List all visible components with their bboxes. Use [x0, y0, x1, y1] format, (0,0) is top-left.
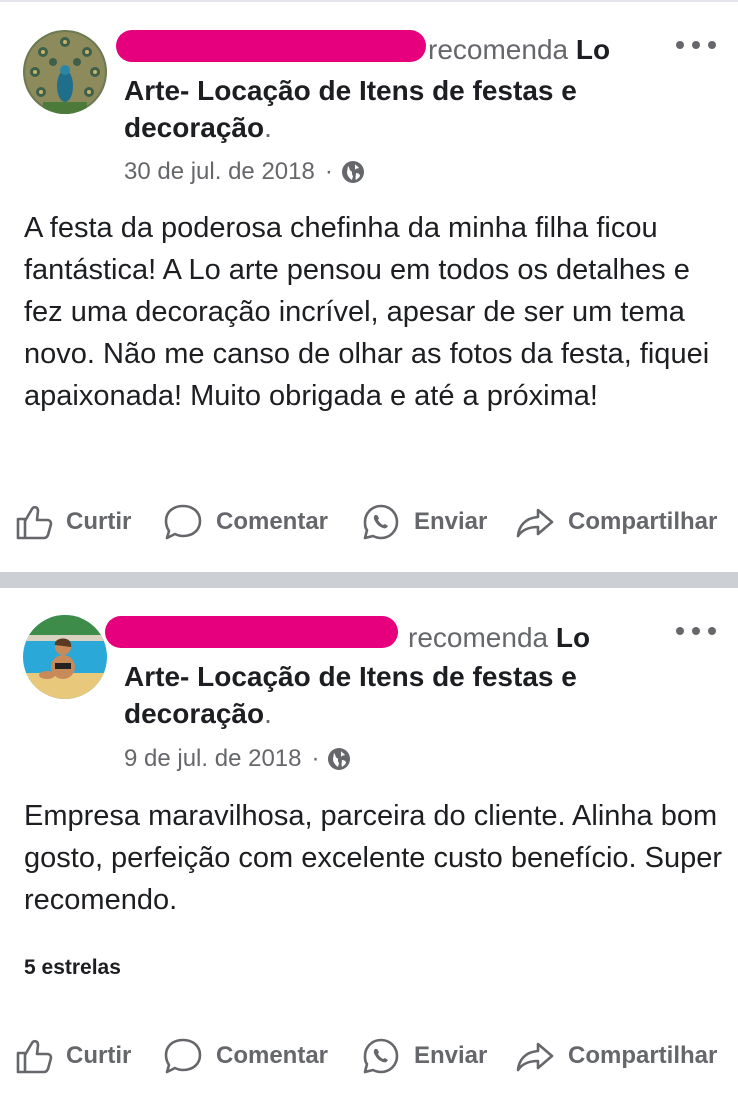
like-button[interactable]: Curtir: [14, 500, 131, 544]
date-separator: ·: [311, 745, 320, 772]
share-icon: [516, 508, 554, 538]
more-options-button[interactable]: [676, 38, 716, 52]
more-options-button[interactable]: [676, 624, 716, 638]
post-date[interactable]: 9 de jul. de 2018: [124, 745, 301, 773]
review-post-2: recomenda Lo Arte- Locação de Itens de f…: [0, 588, 738, 1104]
redacted-author-name: [105, 616, 398, 648]
post-separator: [0, 572, 738, 588]
send-label: Enviar: [414, 508, 488, 535]
comment-button[interactable]: Comentar: [162, 1034, 328, 1078]
like-button[interactable]: Curtir: [14, 1034, 131, 1078]
page-link-start[interactable]: Lo: [576, 34, 610, 65]
avatar[interactable]: [23, 615, 107, 699]
send-button[interactable]: Enviar: [360, 1034, 487, 1078]
share-button[interactable]: Compartilhar: [514, 500, 717, 544]
comment-label: Comentar: [216, 508, 329, 535]
review-post-1: recomenda Lo Arte- Locação de Itens de f…: [0, 0, 738, 572]
post-actions: Curtir Comentar Enviar Compartilhar: [0, 1034, 738, 1078]
globe-icon: [328, 748, 351, 770]
comment-icon: [164, 1038, 202, 1074]
rating-label: 5 estrelas: [24, 956, 121, 979]
post-actions: Curtir Comentar Enviar Compartilhar: [0, 500, 738, 544]
send-label: Enviar: [414, 1042, 488, 1069]
like-label: Curtir: [66, 1042, 132, 1069]
recommends-text: recomenda: [408, 622, 549, 653]
share-button[interactable]: Compartilhar: [514, 1034, 717, 1078]
recommends-text: recomenda: [428, 34, 569, 65]
send-button[interactable]: Enviar: [360, 500, 487, 544]
page-link[interactable]: Arte- Locação de Itens de festas e decor…: [124, 661, 577, 729]
peacock-avatar-icon: [23, 30, 107, 114]
like-label: Curtir: [66, 508, 132, 535]
avatar[interactable]: [23, 30, 107, 114]
date-separator: ·: [324, 158, 333, 185]
comment-label: Comentar: [216, 1042, 329, 1069]
redacted-author-name: [116, 30, 426, 62]
comment-button[interactable]: Comentar: [162, 500, 328, 544]
share-icon: [516, 1042, 554, 1072]
thumbs-up-icon: [16, 505, 53, 540]
review-text: A festa da poderosa chefinha da minha fi…: [24, 212, 710, 412]
thumbs-up-icon: [16, 1039, 53, 1074]
page-link[interactable]: Arte- Locação de Itens de festas e decor…: [124, 75, 577, 143]
pool-avatar-icon: [23, 615, 107, 699]
review-text: Empresa maravilhosa, parceira do cliente…: [24, 800, 723, 916]
share-label: Compartilhar: [568, 1042, 718, 1069]
share-label: Compartilhar: [568, 508, 718, 535]
whatsapp-icon: [363, 1038, 399, 1074]
page-link-start[interactable]: Lo: [556, 622, 590, 653]
globe-icon: [341, 161, 364, 183]
whatsapp-icon: [363, 504, 399, 540]
comment-icon: [164, 504, 202, 540]
post-date[interactable]: 30 de jul. de 2018: [124, 158, 315, 186]
